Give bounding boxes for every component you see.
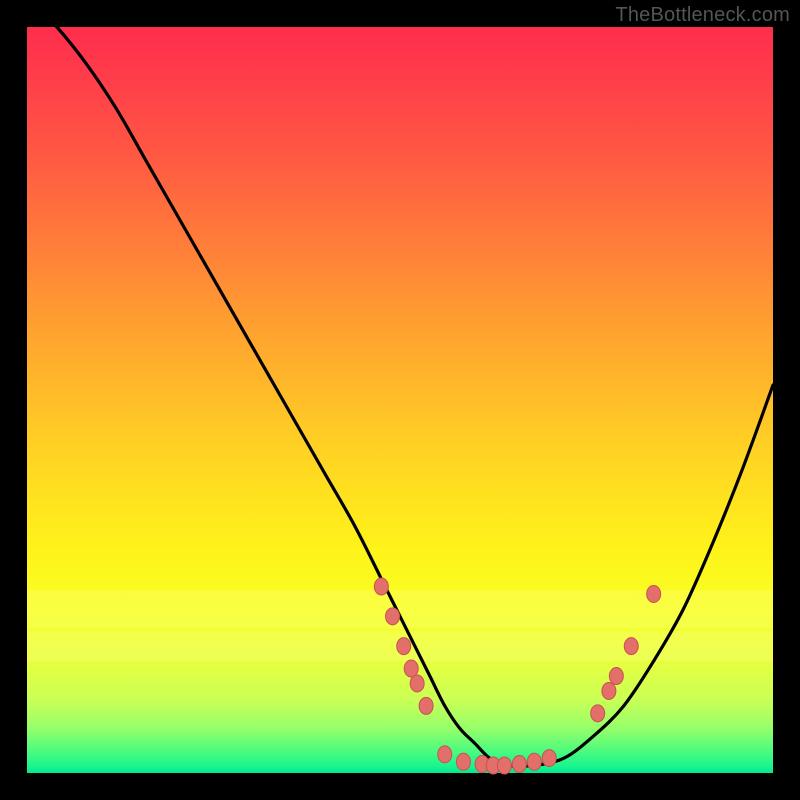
curve-marker [591, 705, 605, 722]
plot-area [27, 27, 773, 773]
curve-marker [497, 757, 511, 774]
curve-svg [27, 27, 773, 773]
chart-container: TheBottleneck.com [0, 0, 800, 800]
watermark-text: TheBottleneck.com [615, 4, 790, 27]
curve-marker [602, 682, 616, 699]
curve-marker [419, 697, 433, 714]
curve-marker [397, 638, 411, 655]
curve-marker [410, 675, 424, 692]
curve-marker [374, 578, 388, 595]
curve-marker [386, 608, 400, 625]
curve-marker [647, 585, 661, 602]
curve-marker [512, 756, 526, 773]
curve-marker [542, 750, 556, 767]
curve-markers [374, 578, 660, 774]
curve-marker [609, 668, 623, 685]
curve-marker [527, 753, 541, 770]
curve-marker [624, 638, 638, 655]
curve-marker [456, 753, 470, 770]
curve-marker [438, 746, 452, 763]
curve-marker [404, 660, 418, 677]
